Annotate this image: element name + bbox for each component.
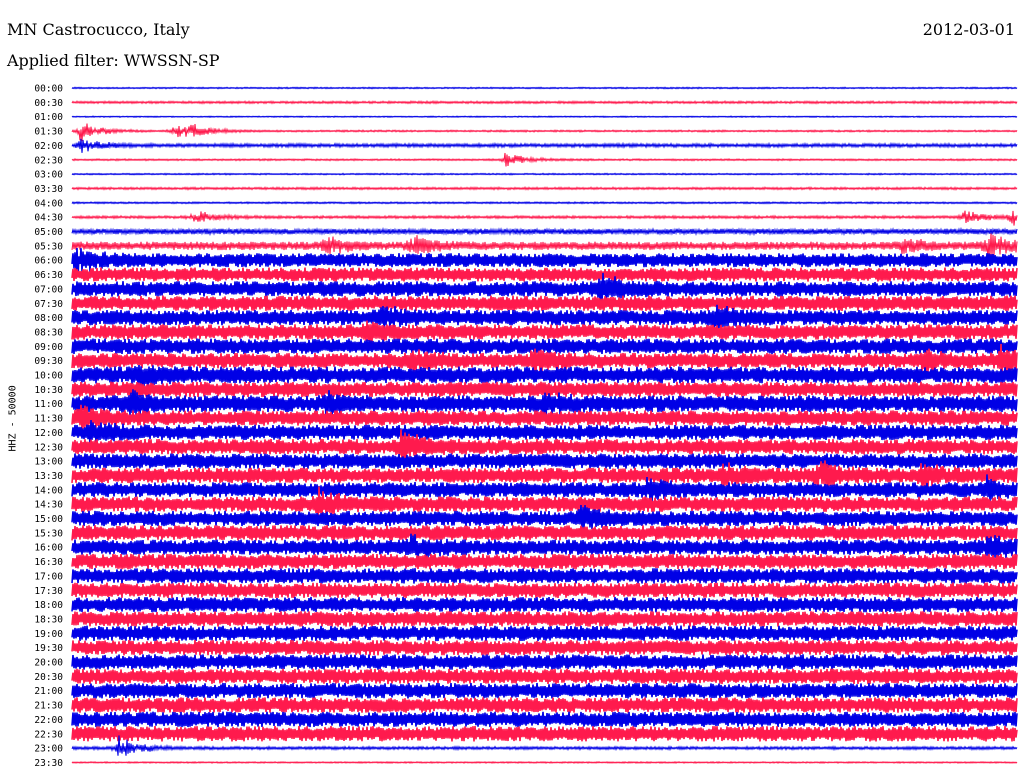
row-label-1730: 17:30 <box>34 586 63 597</box>
trace-2030 <box>71 668 1018 685</box>
row-label-2000: 20:00 <box>34 658 63 669</box>
row-label-1230: 12:30 <box>34 442 63 453</box>
trace-2330 <box>71 760 1018 765</box>
row-label-1700: 17:00 <box>34 571 63 582</box>
row-label-1830: 18:30 <box>34 614 63 625</box>
row-label-0300: 03:00 <box>34 170 63 181</box>
row-label-1300: 13:00 <box>34 457 63 468</box>
row-label-0830: 08:30 <box>34 327 63 338</box>
row-label-2100: 21:00 <box>34 686 63 697</box>
row-label-0230: 02:30 <box>34 155 63 166</box>
row-label-0330: 03:30 <box>34 184 63 195</box>
row-label-0630: 06:30 <box>34 270 63 281</box>
trace-0330 <box>71 186 1018 191</box>
row-label-1200: 12:00 <box>34 428 63 439</box>
row-label-2130: 21:30 <box>34 701 63 712</box>
row-label-1130: 11:30 <box>34 414 63 425</box>
trace-1830 <box>71 611 1018 627</box>
trace-1630 <box>71 553 1018 570</box>
trace-2130 <box>71 697 1018 713</box>
trace-2200 <box>71 711 1018 728</box>
trace-2230 <box>71 726 1018 742</box>
trace-0900 <box>71 338 1018 355</box>
row-label-2330: 23:30 <box>34 758 63 769</box>
row-label-2230: 22:30 <box>34 729 63 740</box>
trace-0230 <box>71 152 1018 167</box>
seismogram-plot: 00:00 00:30 01:00 01:30 02:00 02:30 03:00 03:30… <box>34 84 1018 769</box>
trace-0000 <box>71 86 1018 90</box>
row-label-group: 00:00 00:30 01:00 01:30 02:00 02:30 03:00 03:30… <box>34 84 63 769</box>
row-label-0400: 04:00 <box>34 198 63 209</box>
row-label-1100: 11:00 <box>34 399 63 410</box>
row-label-1930: 19:30 <box>34 643 63 654</box>
row-label-0530: 05:30 <box>34 241 63 252</box>
trace-0100 <box>71 115 1018 119</box>
trace-0030 <box>71 99 1018 105</box>
row-label-0000: 00:00 <box>34 84 63 95</box>
row-label-1400: 14:00 <box>34 485 63 496</box>
row-label-1900: 19:00 <box>34 629 63 640</box>
row-label-1000: 10:00 <box>34 371 63 382</box>
row-label-2030: 20:30 <box>34 672 63 683</box>
row-label-0200: 02:00 <box>34 141 63 152</box>
trace-1900 <box>71 625 1018 642</box>
row-label-1500: 15:00 <box>34 514 63 525</box>
trace-2100 <box>71 682 1018 699</box>
trace-2000 <box>71 654 1018 670</box>
trace-1800 <box>71 596 1018 613</box>
row-label-0500: 05:00 <box>34 227 63 238</box>
row-label-0430: 04:30 <box>34 213 63 224</box>
trace-1700 <box>71 568 1018 584</box>
trace-1300 <box>71 453 1018 469</box>
row-label-1430: 14:30 <box>34 500 63 511</box>
row-label-1800: 18:00 <box>34 600 63 611</box>
row-label-0930: 09:30 <box>34 356 63 367</box>
row-label-1530: 15:30 <box>34 528 63 539</box>
row-label-1630: 16:30 <box>34 557 63 568</box>
row-label-0730: 07:30 <box>34 299 63 310</box>
row-label-2300: 23:00 <box>34 744 63 755</box>
row-label-2200: 22:00 <box>34 715 63 726</box>
trace-1730 <box>71 582 1018 598</box>
trace-0300 <box>71 172 1018 176</box>
trace-0500 <box>71 226 1018 237</box>
trace-0430 <box>71 210 1018 226</box>
row-label-0600: 06:00 <box>34 256 63 267</box>
row-label-0700: 07:00 <box>34 284 63 295</box>
trace-0130 <box>71 123 1018 142</box>
trace-0200 <box>71 138 1018 153</box>
row-label-0800: 08:00 <box>34 313 63 324</box>
trace-1530 <box>71 525 1018 541</box>
row-label-1600: 16:00 <box>34 543 63 554</box>
trace-0730 <box>71 295 1018 311</box>
trace-0630 <box>71 267 1018 282</box>
row-label-0030: 00:30 <box>34 98 63 109</box>
trace-0400 <box>71 200 1018 205</box>
trace-group <box>71 86 1018 765</box>
row-label-0130: 01:30 <box>34 127 63 138</box>
trace-1930 <box>71 639 1018 656</box>
row-label-1030: 10:30 <box>34 385 63 396</box>
row-label-1330: 13:30 <box>34 471 63 482</box>
row-label-0900: 09:00 <box>34 342 63 353</box>
row-label-0100: 01:00 <box>34 112 63 123</box>
